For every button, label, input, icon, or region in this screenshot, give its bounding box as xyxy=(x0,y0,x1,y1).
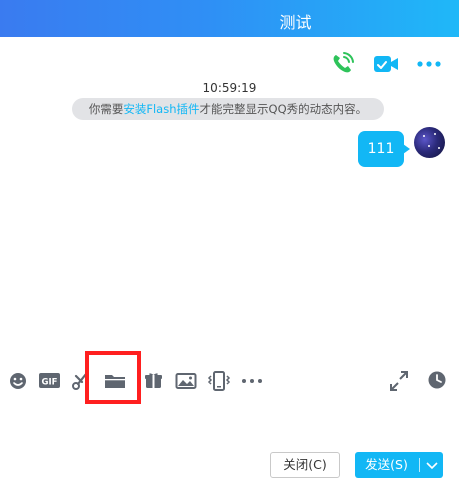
input-toolbar: GIF xyxy=(0,367,459,395)
install-flash-link[interactable]: 安装Flash插件 xyxy=(123,102,199,116)
close-button[interactable]: 关闭(C) xyxy=(270,452,340,478)
flash-notice: 你需要安装Flash插件才能完整显示QQ秀的动态内容。 xyxy=(72,98,384,120)
more-dots-icon[interactable] xyxy=(415,50,443,78)
message-bubble[interactable]: 111 xyxy=(358,131,410,167)
video-camera-icon[interactable] xyxy=(372,50,400,78)
notice-prefix: 你需要 xyxy=(88,102,124,116)
notice-suffix: 才能完整显示QQ秀的动态内容。 xyxy=(199,102,368,116)
emoji-icon[interactable] xyxy=(7,367,29,395)
chat-action-bar xyxy=(0,50,459,78)
folder-icon[interactable] xyxy=(103,367,127,395)
shake-icon[interactable] xyxy=(206,367,232,395)
gift-icon[interactable] xyxy=(142,367,162,395)
send-divider xyxy=(419,458,420,472)
expand-icon[interactable] xyxy=(388,367,410,395)
chevron-down-icon[interactable] xyxy=(421,452,443,478)
gif-icon[interactable]: GIF xyxy=(38,367,62,395)
clock-icon[interactable] xyxy=(426,367,448,395)
scissors-icon[interactable] xyxy=(71,367,89,395)
svg-text:GIF: GIF xyxy=(42,378,58,388)
more-dots-icon[interactable] xyxy=(240,367,264,395)
message-input[interactable] xyxy=(0,400,459,448)
image-icon[interactable] xyxy=(175,367,197,395)
window-title: 测试 xyxy=(279,13,312,32)
title-bar: 测试 xyxy=(0,0,459,37)
send-button[interactable]: 发送(S) xyxy=(355,452,418,478)
phone-icon[interactable] xyxy=(328,50,356,78)
message-timestamp: 10:59:19 xyxy=(202,81,257,95)
send-button-group: 发送(S) xyxy=(355,452,443,478)
avatar[interactable] xyxy=(414,127,445,158)
